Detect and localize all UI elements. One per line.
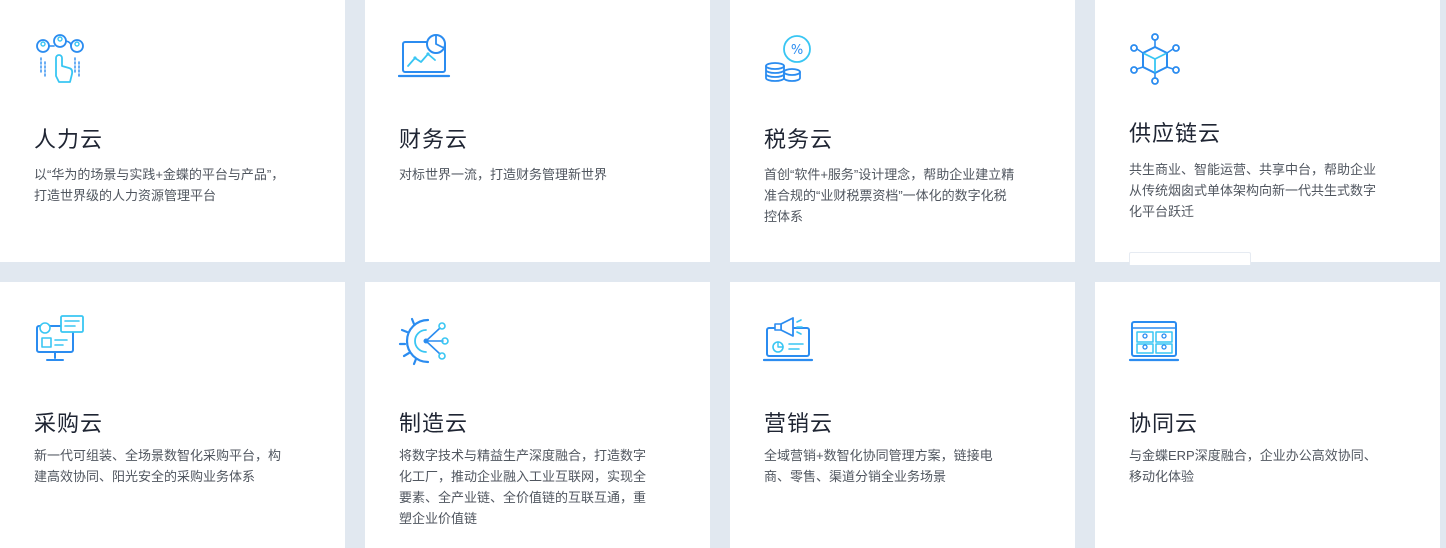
card-title: 人力云: [34, 127, 104, 152]
svg-text:%: %: [791, 43, 803, 58]
procurement-screens-icon: [33, 314, 87, 368]
card-hr-cloud[interactable]: 人力云 以“华为的场景与实践+金蝶的平台与产品”，打造世界级的人力资源管理平台: [0, 0, 345, 262]
card-collaboration-cloud[interactable]: 协同云 与金蝶ERP深度融合，企业办公高效协同、移动化体验: [1095, 282, 1440, 548]
card-description: 以“华为的场景与实践+金蝶的平台与产品”，打造世界级的人力资源管理平台: [34, 167, 285, 203]
card-description: 新一代可组装、全场景数智化采购平台，构建高效协同、阳光安全的采购业务体系: [34, 448, 282, 484]
card-title: 协同云: [1129, 411, 1199, 436]
manufacturing-gear-icon: [398, 314, 452, 368]
collaboration-video-icon: [1128, 314, 1182, 368]
card-description: 与金蝶ERP深度融合，企业办公高效协同、移动化体验: [1129, 448, 1377, 484]
card-description: 共生商业、智能运营、共享中台，帮助企业从传统烟囱式单体架构向新一代共生式数字化平…: [1129, 162, 1377, 219]
card-procurement-cloud[interactable]: 采购云 新一代可组装、全场景数智化采购平台，构建高效协同、阳光安全的采购业务体系: [0, 282, 345, 548]
card-description: 全域营销+数智化协同管理方案，链接电商、零售、渠道分销全业务场景: [764, 448, 993, 484]
card-action-button[interactable]: [1129, 252, 1251, 265]
supply-chain-cube-icon: [1128, 32, 1182, 86]
card-tax-cloud[interactable]: % 税务云 首创“软件+服务”设计理念，帮助企业建立精准合规的“业财税票资档”一…: [730, 0, 1075, 262]
card-marketing-cloud[interactable]: 营销云 全域营销+数智化协同管理方案，链接电商、零售、渠道分销全业务场景: [730, 282, 1075, 548]
card-title: 营销云: [764, 411, 834, 436]
people-network-icon: [33, 32, 87, 86]
card-title: 供应链云: [1129, 121, 1222, 146]
card-title: 采购云: [34, 411, 104, 436]
card-title: 税务云: [764, 127, 834, 152]
card-supply-chain-cloud[interactable]: 供应链云 共生商业、智能运营、共享中台，帮助企业从传统烟囱式单体架构向新一代共生…: [1095, 0, 1440, 265]
product-card-grid: 人力云 以“华为的场景与实践+金蝶的平台与产品”，打造世界级的人力资源管理平台 …: [0, 0, 1446, 548]
card-description: 首创“软件+服务”设计理念，帮助企业建立精准合规的“业财税票资档”一体化的数字化…: [764, 167, 1015, 224]
card-title: 财务云: [399, 127, 469, 152]
card-manufacturing-cloud[interactable]: 制造云 将数字技术与精益生产深度融合，打造数字化工厂，推动企业融入工业互联网，实…: [365, 282, 710, 548]
card-finance-cloud[interactable]: 财务云 对标世界一流，打造财务管理新世界: [365, 0, 710, 262]
card-description: 对标世界一流，打造财务管理新世界: [399, 167, 608, 182]
card-title: 制造云: [399, 411, 469, 436]
finance-monitor-icon: [398, 32, 452, 86]
card-description: 将数字技术与精益生产深度融合，打造数字化工厂，推动企业融入工业互联网，实现全要素…: [399, 448, 647, 526]
marketing-megaphone-icon: [763, 314, 817, 368]
tax-coins-icon: %: [763, 32, 817, 86]
